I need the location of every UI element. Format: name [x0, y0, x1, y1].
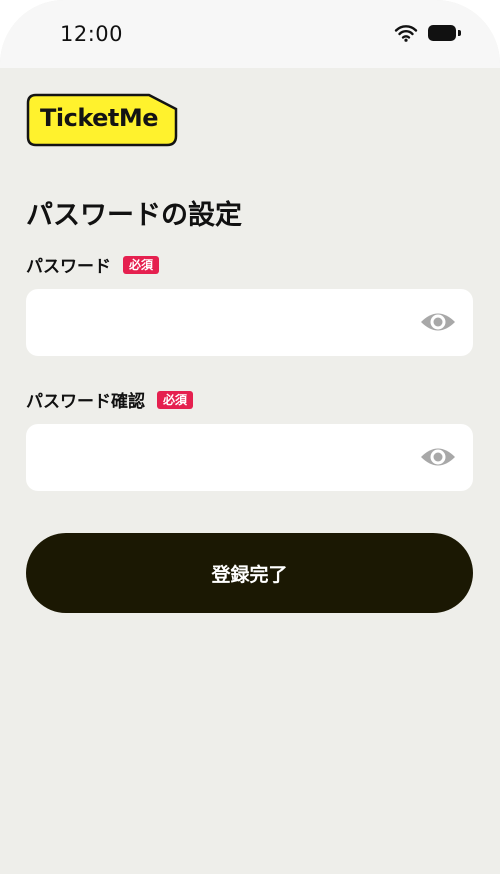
password-confirm-field-container [26, 424, 473, 493]
register-complete-button[interactable]: 登録完了 [26, 533, 473, 613]
status-icons [394, 24, 461, 42]
password-label: パスワード 必須 [26, 252, 160, 277]
required-badge: 必須 [157, 390, 194, 409]
password-label-text: パスワード [26, 257, 111, 277]
battery-icon [428, 25, 461, 41]
wifi-icon [394, 25, 418, 42]
required-badge: 必須 [123, 255, 160, 274]
logo-text: TicketMe [40, 104, 159, 132]
password-confirm-input[interactable] [42, 424, 416, 493]
eye-icon[interactable] [419, 444, 457, 470]
phone-screen: 12:00 TicketMe パスワードの設定 パスワード 必須 パスワード確認… [0, 0, 500, 874]
ticketme-logo: TicketMe [26, 93, 178, 147]
status-time: 12:00 [60, 22, 124, 46]
status-bar: 12:00 [0, 0, 500, 68]
page-title: パスワードの設定 [26, 200, 242, 231]
eye-icon[interactable] [419, 309, 457, 335]
password-field-container [26, 289, 473, 358]
password-confirm-label-text: パスワード確認 [26, 392, 145, 412]
password-input[interactable] [42, 289, 416, 358]
password-confirm-label: パスワード確認 必須 [26, 387, 194, 412]
